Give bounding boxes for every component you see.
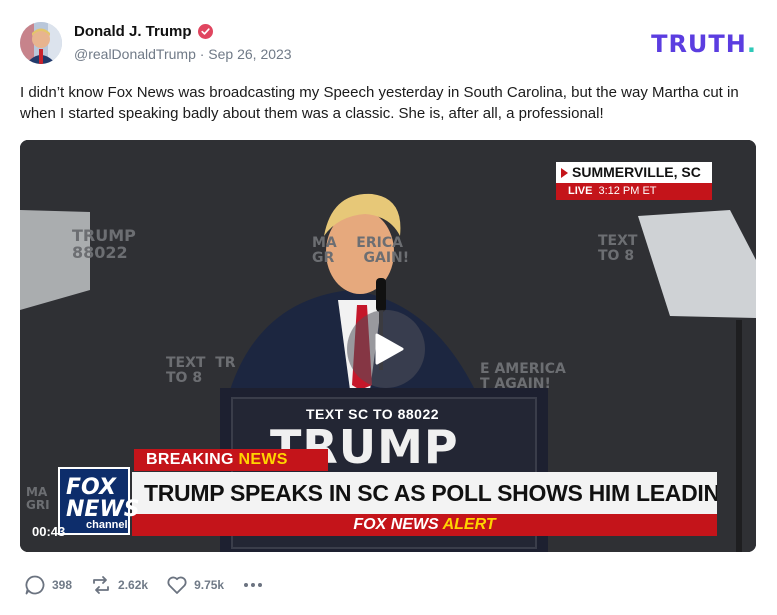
truth-social-logo[interactable]: TRUTH. [651, 30, 757, 58]
alert-brand: FOX NEWS [353, 516, 439, 533]
location-chyron: SUMMERVILLE, SC LIVE 3:12 PM ET [556, 162, 712, 200]
breaking-word: BREAKING [146, 451, 234, 468]
brand-text: TRUTH [651, 30, 747, 58]
more-options-button[interactable] [242, 574, 264, 596]
verified-badge-icon [197, 24, 213, 39]
post-actions: 398 2.62k 9.75k [24, 573, 282, 597]
breaking-news-tag: BREAKING NEWS [134, 449, 328, 471]
location-label: SUMMERVILLE, SC [556, 162, 712, 183]
alert-word: ALERT [442, 516, 496, 533]
handle-and-date[interactable]: @realDonaldTrump · Sep 26, 2023 [74, 46, 292, 62]
avatar[interactable] [20, 22, 62, 64]
bg-sign-to-right: TO 8 [598, 247, 635, 264]
bg-sign-gr-left: GRI [26, 497, 50, 512]
play-icon [375, 333, 404, 365]
more-icon [244, 583, 263, 587]
like-count: 9.75k [194, 578, 225, 592]
reply-button[interactable]: 398 [24, 574, 72, 596]
fox-logo-channel: channel [86, 519, 128, 531]
live-time-strip: LIVE 3:12 PM ET [556, 183, 712, 200]
bg-sign-again: T AGAIN! [480, 375, 551, 392]
fox-news-alert-bar: FOX NEWS ALERT [132, 514, 717, 536]
headline-chyron: TRUMP SPEAKS IN SC AS POLL SHOWS HIM LEA… [132, 472, 717, 514]
bg-sign-america: E AMERICA [480, 361, 566, 377]
bg-sign-text-left: TEXT TR [166, 355, 236, 371]
retruth-button[interactable]: 2.62k [90, 574, 148, 596]
retruth-count: 2.62k [118, 578, 149, 592]
bg-sign-maga-1: MA ERICA [312, 235, 403, 251]
reply-icon [25, 575, 45, 595]
post-text: I didn’t know Fox News was broadcasting … [20, 84, 739, 122]
video-player[interactable]: TRUMP 88022 TEXT TO 8 MA ERICA GR GAIN! TEX… [20, 140, 756, 552]
play-button[interactable] [347, 310, 425, 388]
like-button[interactable]: 9.75k [166, 574, 224, 596]
reply-count: 398 [52, 578, 73, 592]
bg-sign-text-right: TEXT [598, 233, 638, 249]
broadcast-time: 3:12 PM ET [598, 185, 657, 197]
bg-sign-number: 88022 [72, 242, 128, 262]
live-label: LIVE [568, 185, 593, 197]
bg-sign-to-left: TO 8 [166, 369, 203, 386]
fox-news-logo: FOX NEWS channel [58, 467, 140, 535]
video-duration: 00:43 [32, 524, 66, 539]
heart-icon [167, 576, 187, 594]
retruth-icon [93, 576, 109, 594]
post-header: Donald J. Trump @realDonaldTrump · Sep 2… [20, 20, 757, 66]
bg-sign-ma-left: MA [26, 485, 48, 499]
breaking-news-word: NEWS [238, 451, 288, 468]
bg-sign-maga-2: GR GAIN! [312, 249, 410, 266]
author-name[interactable]: Donald J. Trump [74, 23, 192, 40]
brand-dot: . [746, 30, 757, 58]
